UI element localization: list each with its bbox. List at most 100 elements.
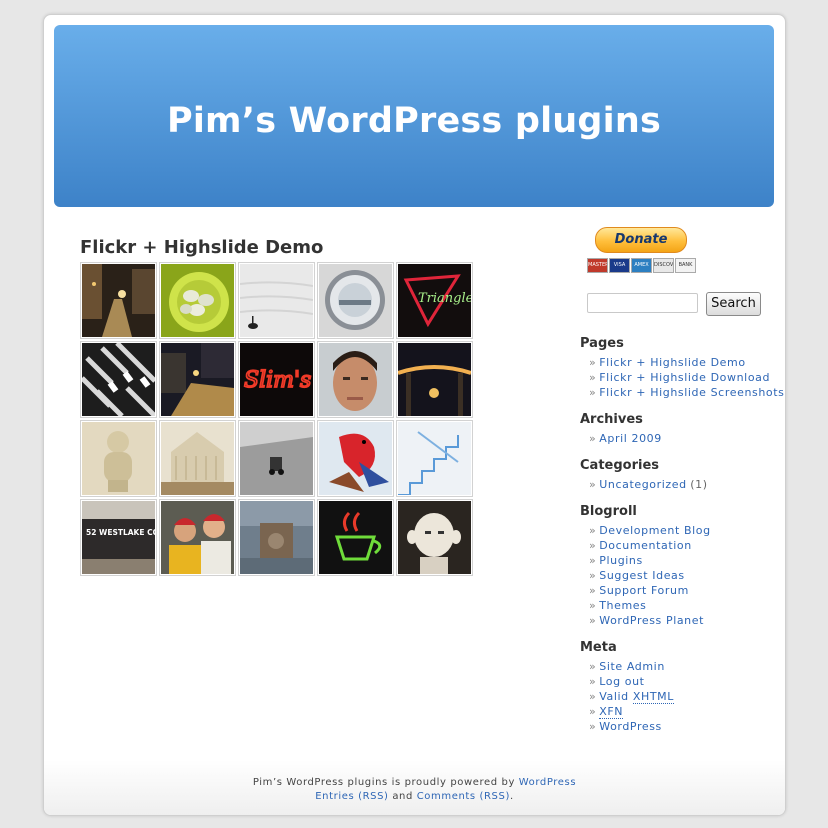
archive-link[interactable]: April 2009 <box>599 432 662 445</box>
svg-text:52 WESTLAKE COFFEE SH: 52 WESTLAKE COFFEE SH <box>86 528 155 537</box>
blogroll-link[interactable]: Themes <box>599 599 646 612</box>
motorcycle-road-photo <box>240 422 313 495</box>
gallery-thumbnail[interactable]: Slim's <box>238 341 315 418</box>
blogroll-heading: Blogroll <box>580 504 637 519</box>
gallery-thumbnail[interactable]: Triangle <box>396 262 473 339</box>
footer-text: Pim’s WordPress plugins is proudly power… <box>252 777 515 788</box>
meta-link[interactable]: WordPress <box>599 720 662 733</box>
list-item: Suggest Ideas <box>589 568 711 583</box>
coffee-cup-neon-photo <box>319 501 392 574</box>
page-container: Pim’s WordPress plugins Flickr + Highsli… <box>43 14 786 816</box>
gallery-thumbnail[interactable] <box>159 499 236 576</box>
entries-rss-link[interactable]: Entries (RSS) <box>315 791 388 802</box>
search-button[interactable]: Search <box>706 292 761 316</box>
gallery-thumbnail[interactable]: 52 WESTLAKE COFFEE SH <box>80 499 157 576</box>
meta-link[interactable]: Site Admin <box>599 660 665 673</box>
list-item: Support Forum <box>589 583 711 598</box>
page-link[interactable]: Flickr + Highslide Screenshots <box>599 386 784 399</box>
gallery-thumbnail[interactable] <box>396 341 473 418</box>
blogroll-link[interactable]: Documentation <box>599 539 692 552</box>
gallery-thumbnail[interactable] <box>159 420 236 497</box>
meta-widget: Meta Site Admin Log out Valid XHTML XFN … <box>580 640 674 734</box>
site-header: Pim’s WordPress plugins <box>54 25 774 207</box>
archives-heading: Archives <box>580 412 643 427</box>
list-item: Valid XHTML <box>589 689 674 705</box>
lit-street-arch-photo <box>398 343 471 416</box>
blogroll-link[interactable]: Development Blog <box>599 524 710 537</box>
comments-rss-link[interactable]: Comments (RSS) <box>417 791 510 802</box>
xhtml-abbr: XHTML <box>632 690 674 705</box>
bank-logo: BANK <box>675 258 696 273</box>
discover-logo: DISCOVER <box>653 258 674 273</box>
blogroll-link[interactable]: Suggest Ideas <box>599 569 685 582</box>
footer: Pim’s WordPress plugins is proudly power… <box>44 760 785 815</box>
categories-widget: Categories Uncategorized (1) <box>580 458 708 492</box>
pages-widget: Pages Flickr + Highslide Demo Flickr + H… <box>580 336 785 400</box>
meta-link[interactable]: Valid XHTML <box>599 690 674 705</box>
list-item: Flickr + Highslide Screenshots <box>589 385 785 400</box>
list-item: Flickr + Highslide Demo <box>589 355 785 370</box>
blogroll-link[interactable]: Plugins <box>599 554 643 567</box>
gallery-thumbnail[interactable] <box>80 420 157 497</box>
archives-widget: Archives April 2009 <box>580 412 662 446</box>
meta-heading: Meta <box>580 640 617 655</box>
svg-text:Slim's: Slim's <box>244 368 311 393</box>
bird-on-water-photo <box>240 264 313 337</box>
gallery-thumbnail[interactable] <box>396 420 473 497</box>
gallery-thumbnail[interactable] <box>317 420 394 497</box>
gallery-thumbnail[interactable] <box>396 499 473 576</box>
street-at-night-photo <box>82 264 155 337</box>
gallery-thumbnail[interactable] <box>80 341 157 418</box>
list-item: XFN <box>589 704 674 720</box>
white-stairs-photo <box>398 422 471 495</box>
list-item: April 2009 <box>589 431 662 446</box>
gallery-thumbnail[interactable] <box>238 420 315 497</box>
donate-button[interactable]: Donate <box>595 227 687 253</box>
list-item: Development Blog <box>589 523 711 538</box>
amex-logo: AMEX <box>631 258 652 273</box>
gallery-thumbnail[interactable] <box>317 499 394 576</box>
figurine-photo <box>82 422 155 495</box>
gallery-thumbnail[interactable] <box>317 262 394 339</box>
search-input[interactable] <box>587 293 698 313</box>
gallery-thumbnail[interactable] <box>159 341 236 418</box>
blogroll-link[interactable]: WordPress Planet <box>599 614 704 627</box>
category-count: (1) <box>690 478 708 492</box>
bald-figure-photo <box>398 501 471 574</box>
man-portrait-photo <box>319 343 392 416</box>
city-street-night-photo <box>161 343 234 416</box>
page-link[interactable]: Flickr + Highslide Download <box>599 371 770 384</box>
footer-line: Entries (RSS) and Comments (RSS). <box>44 791 785 802</box>
list-item: Documentation <box>589 538 711 553</box>
blogroll-link[interactable]: Support Forum <box>599 584 689 597</box>
meta-link[interactable]: XFN <box>599 705 624 720</box>
triangle-neon-sign-photo: Triangle <box>398 264 471 337</box>
category-link[interactable]: Uncategorized <box>599 478 687 491</box>
list-item: Flickr + Highslide Download <box>589 370 785 385</box>
post-title[interactable]: Flickr + Highslide Demo <box>80 239 323 257</box>
rusted-metal-photo <box>240 501 313 574</box>
list-item: Uncategorized (1) <box>589 477 708 492</box>
list-item: Site Admin <box>589 659 674 674</box>
photo-gallery: Triangle Slim's 52 WESTLAKE COFFEE SH <box>80 262 475 576</box>
gallery-thumbnail[interactable] <box>80 262 157 339</box>
gallery-thumbnail[interactable] <box>317 341 394 418</box>
pages-heading: Pages <box>580 336 624 351</box>
meta-link[interactable]: Log out <box>599 675 644 688</box>
gallery-thumbnail[interactable] <box>159 262 236 339</box>
list-item: Themes <box>589 598 711 613</box>
westlake-coffee-shop-photo: 52 WESTLAKE COFFEE SH <box>82 501 155 574</box>
slims-neon-sign-photo: Slim's <box>240 343 313 416</box>
categories-heading: Categories <box>580 458 660 473</box>
gallery-thumbnail[interactable] <box>238 499 315 576</box>
main-content: Flickr + Highslide Demo Triangle Slim's … <box>80 239 473 576</box>
list-item: WordPress Planet <box>589 613 711 628</box>
gallery-thumbnail[interactable] <box>238 262 315 339</box>
footer-wordpress-link[interactable]: WordPress <box>519 777 576 788</box>
svg-text:Triangle: Triangle <box>418 291 471 306</box>
visa-logo: VISA <box>609 258 630 273</box>
page-link[interactable]: Flickr + Highslide Demo <box>599 356 745 369</box>
brushes-photo <box>82 343 155 416</box>
blogroll-widget: Blogroll Development Blog Documentation … <box>580 504 711 628</box>
site-title-link[interactable]: Pim’s WordPress plugins <box>54 104 774 139</box>
